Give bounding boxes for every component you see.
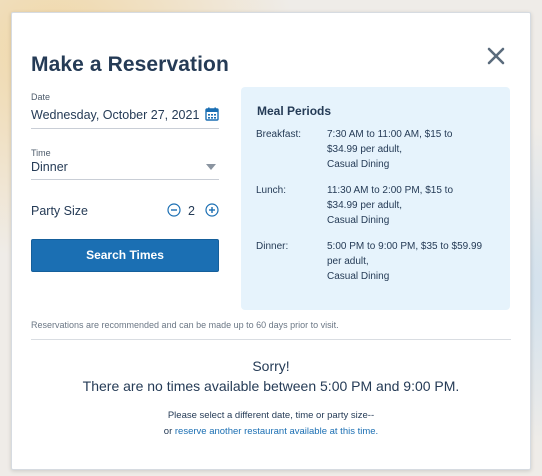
party-size-value: 2 xyxy=(188,204,195,218)
modal-title: Make a Reservation xyxy=(31,53,229,76)
time-value: Dinner xyxy=(31,160,68,174)
no-times-message: There are no times available between 5:0… xyxy=(82,378,460,394)
meal-detail-line: Casual Dining xyxy=(327,159,390,170)
meal-detail-line: $34.99 per adult, xyxy=(327,200,403,211)
calendar-icon[interactable] xyxy=(205,107,219,121)
meal-detail-line: 11:30 AM to 2:00 PM, $15 to xyxy=(327,185,454,196)
increase-party-button[interactable] xyxy=(205,203,219,217)
alternate-suggestion: or reserve another restaurant available … xyxy=(12,426,530,437)
meal-period-name: Lunch: xyxy=(256,185,287,196)
meal-period-details: 11:30 AM to 2:00 PM, $15 to $34.99 per a… xyxy=(327,183,497,228)
date-label: Date xyxy=(31,92,51,102)
party-size-label: Party Size xyxy=(31,204,88,218)
reserve-another-restaurant-link[interactable]: reserve another restaurant available at … xyxy=(175,426,378,437)
reservation-note: Reservations are recommended and can be … xyxy=(31,320,339,330)
reservation-modal: Make a Reservation Date Wednesday, Octob… xyxy=(11,12,531,470)
meal-detail-line: 5:00 PM to 9:00 PM, $35 to $59.99 xyxy=(327,241,483,252)
divider xyxy=(31,339,511,340)
meal-detail-line: Casual Dining xyxy=(327,271,390,282)
meal-period-name: Breakfast: xyxy=(256,129,302,140)
meal-detail-line: Casual Dining xyxy=(327,215,390,226)
date-value: Wednesday, October 27, 2021 xyxy=(31,108,200,122)
date-field[interactable]: Wednesday, October 27, 2021 xyxy=(31,107,219,129)
search-times-button[interactable]: Search Times xyxy=(31,239,219,272)
meal-periods-panel: Meal Periods Breakfast: 7:30 AM to 11:00… xyxy=(241,87,510,310)
meal-detail-line: per adult, xyxy=(327,256,369,267)
decrease-party-button[interactable] xyxy=(167,203,181,217)
meal-period-details: 5:00 PM to 9:00 PM, $35 to $59.99 per ad… xyxy=(327,239,497,284)
meal-periods-title: Meal Periods xyxy=(257,104,332,118)
meal-detail-line: $34.99 per adult, xyxy=(327,144,403,155)
time-select[interactable]: Dinner xyxy=(31,160,219,180)
meal-detail-line: 7:30 AM to 11:00 AM, $15 to xyxy=(327,129,453,140)
meal-period-name: Dinner: xyxy=(256,241,289,252)
select-different-text: Please select a different date, time or … xyxy=(167,410,375,421)
or-prefix: or xyxy=(163,426,175,437)
meal-period-details: 7:30 AM to 11:00 AM, $15 to $34.99 per a… xyxy=(327,127,497,172)
sorry-heading: Sorry! xyxy=(252,358,290,374)
close-icon[interactable] xyxy=(485,45,507,67)
chevron-down-icon xyxy=(206,164,216,170)
time-label: Time xyxy=(31,148,51,158)
